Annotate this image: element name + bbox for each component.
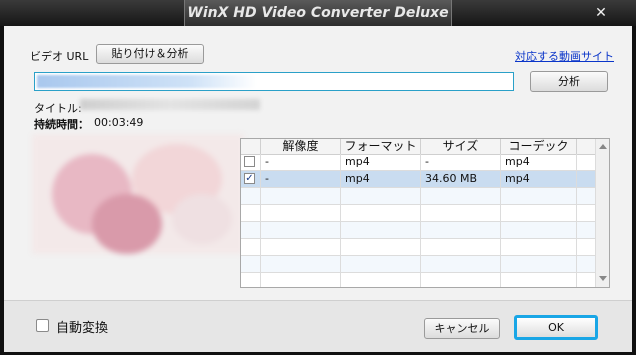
duration-label: 持続時間： — [34, 118, 89, 131]
auto-convert-label: 自動変換 — [56, 321, 109, 336]
supported-sites-link[interactable]: 対応する動画サイト — [515, 48, 614, 64]
column-header-resolution[interactable]: 解像度 — [261, 139, 341, 154]
size-cell: - — [421, 154, 501, 170]
close-icon[interactable]: ✕ — [590, 3, 612, 23]
table-row-selected[interactable]: ✓ - mp4 34.60 MB mp4 — [241, 171, 595, 188]
resolution-cell: - — [261, 171, 341, 187]
ok-button[interactable]: OK — [514, 315, 598, 340]
format-table: 解像度 フォーマット サイズ コーデック - mp4 - mp4 ✓ - mp4… — [240, 138, 610, 288]
empty-row — [241, 239, 595, 256]
table-header: 解像度 フォーマット サイズ コーデック — [241, 139, 595, 155]
size-cell: 34.60 MB — [421, 171, 501, 187]
codec-cell: mp4 — [501, 171, 577, 187]
empty-row — [241, 205, 595, 222]
format-cell: mp4 — [341, 154, 421, 170]
window-title: WinX HD Video Converter Deluxe — [184, 0, 452, 26]
blurred-url-text — [37, 75, 257, 88]
app-window: WinX HD Video Converter Deluxe ✕ ビデオ URL… — [0, 0, 636, 355]
column-header-codec[interactable]: コーデック — [501, 139, 577, 154]
column-header-format[interactable]: フォーマット — [341, 139, 421, 154]
cancel-button[interactable]: キャンセル — [424, 318, 500, 339]
title-label: タイトル: — [34, 102, 82, 115]
url-input[interactable] — [34, 72, 514, 91]
analyze-button[interactable]: 分析 — [530, 71, 608, 92]
column-header-check — [241, 139, 261, 154]
title-bar[interactable]: WinX HD Video Converter Deluxe ✕ — [0, 0, 636, 26]
video-thumbnail — [32, 134, 244, 254]
scroll-down-icon[interactable] — [599, 276, 607, 281]
empty-row — [241, 256, 595, 273]
paste-analyze-button[interactable]: 貼り付け＆分析 — [96, 44, 204, 64]
scroll-up-icon[interactable] — [599, 144, 607, 149]
empty-row — [241, 222, 595, 239]
dialog-content: ビデオ URL 貼り付け＆分析 対応する動画サイト 分析 タイトル: 持続時間：… — [4, 26, 632, 352]
format-cell: mp4 — [341, 171, 421, 187]
empty-row — [241, 188, 595, 205]
table-row[interactable]: - mp4 - mp4 — [241, 154, 595, 171]
dialog-footer: 自動変換 キャンセル OK — [4, 300, 632, 352]
empty-row — [241, 273, 595, 287]
column-header-size[interactable]: サイズ — [421, 139, 501, 154]
auto-convert-checkbox[interactable] — [36, 319, 49, 332]
row-checkbox[interactable] — [244, 156, 255, 167]
vertical-scrollbar[interactable] — [595, 139, 609, 287]
blurred-title-value — [80, 99, 260, 110]
resolution-cell: - — [261, 154, 341, 170]
row-checkbox-checked[interactable]: ✓ — [244, 173, 255, 184]
codec-cell: mp4 — [501, 154, 577, 170]
duration-value: 00:03:49 — [94, 116, 144, 129]
video-url-label: ビデオ URL — [30, 50, 89, 63]
